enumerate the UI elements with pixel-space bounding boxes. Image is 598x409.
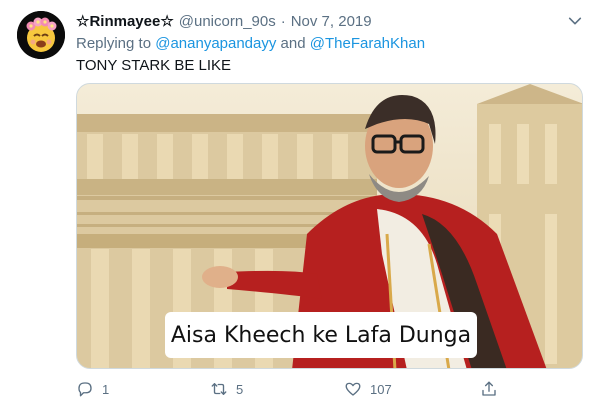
tweet-header: ☆Rinmayee☆ @unicorn_90s · Nov 7, 2019	[76, 12, 372, 31]
separator-dot: ·	[280, 12, 286, 30]
retweet-button[interactable]: 5	[210, 378, 243, 400]
share-button[interactable]	[480, 378, 498, 400]
flower-crown-emoji-avatar-icon	[17, 11, 65, 59]
tweet-date[interactable]: Nov 7, 2019	[291, 13, 372, 30]
heart-icon	[345, 382, 361, 396]
replying-to-joiner: and	[280, 35, 306, 52]
reply-button[interactable]: 1	[76, 378, 109, 400]
replying-to-label: Replying to	[76, 35, 152, 52]
tweet-image[interactable]: Aisa Kheech ke Lafa Dunga	[76, 83, 583, 369]
like-button[interactable]: 107	[344, 378, 392, 400]
chevron-down-icon	[568, 17, 582, 25]
tweet-actions: 1 5 107	[76, 378, 556, 400]
share-upload-icon	[482, 381, 496, 396]
more-options-button[interactable]	[566, 12, 584, 30]
like-count: 107	[370, 381, 392, 397]
tweet-text: TONY STARK BE LIKE	[76, 57, 232, 74]
reply-bubble-icon	[78, 382, 92, 397]
reply-count: 1	[102, 381, 110, 397]
meme-caption: Aisa Kheech ke Lafa Dunga	[165, 312, 477, 358]
mention-link[interactable]: @TheFarahKhan	[310, 35, 425, 52]
replying-to-line: Replying to @ananyapandayy and @TheFarah…	[76, 35, 425, 52]
retweet-arrows-icon	[211, 383, 227, 395]
user-handle[interactable]: @unicorn_90s	[179, 13, 276, 30]
tweet[interactable]: ☆Rinmayee☆ @unicorn_90s · Nov 7, 2019 Re…	[0, 0, 598, 409]
retweet-count: 5	[236, 381, 244, 397]
avatar[interactable]	[17, 11, 65, 59]
display-name[interactable]: ☆Rinmayee☆	[76, 12, 174, 30]
mention-link[interactable]: @ananyapandayy	[155, 35, 276, 52]
